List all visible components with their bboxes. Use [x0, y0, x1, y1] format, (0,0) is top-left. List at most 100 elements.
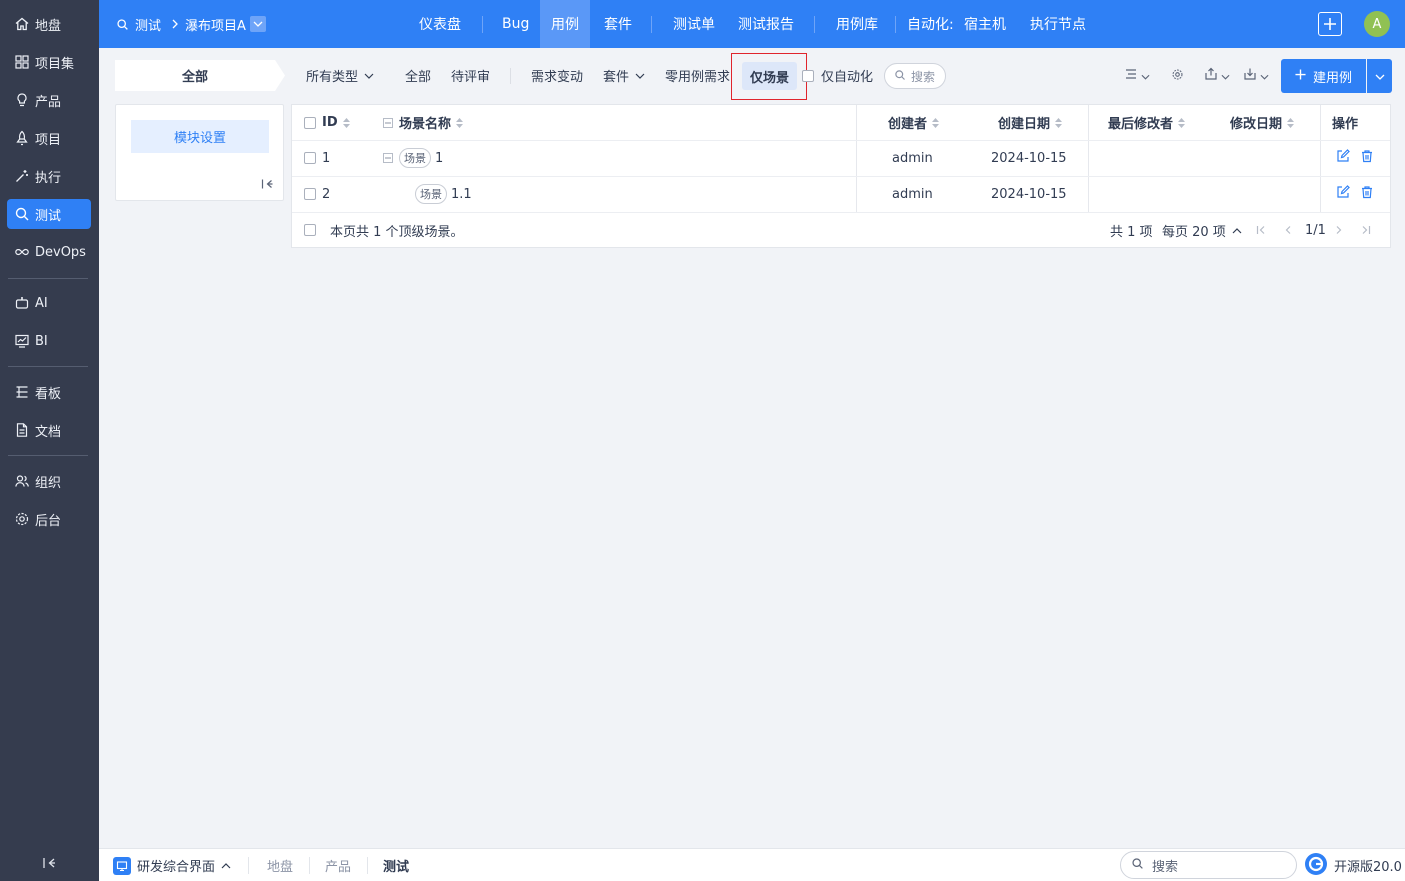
- infinity-icon: [14, 244, 30, 260]
- row-checkbox[interactable]: [304, 188, 316, 200]
- auto-only-checkbox[interactable]: [802, 69, 814, 82]
- scene-name-link[interactable]: 1: [435, 151, 443, 166]
- tab-bug[interactable]: Bug: [491, 0, 540, 48]
- edit-icon[interactable]: [1336, 149, 1350, 167]
- sidebar-item-bi[interactable]: BI: [7, 326, 91, 356]
- scene-name-cell: 场景 1: [383, 140, 443, 176]
- tab-hosts[interactable]: 宿主机: [953, 0, 1017, 48]
- first-page-icon[interactable]: [1256, 212, 1266, 248]
- footer-select-all-checkbox[interactable]: [304, 224, 316, 236]
- tab-cases[interactable]: 用例: [540, 0, 590, 48]
- search-icon: [1131, 857, 1144, 874]
- create-case-label: 建用例: [1312, 70, 1352, 86]
- footer-crumb-test[interactable]: 测试: [383, 849, 409, 881]
- filter-need-confirm[interactable]: 需求变动: [531, 60, 583, 91]
- col-id[interactable]: ID: [304, 105, 351, 140]
- sidebar-item-docs[interactable]: 文档: [7, 415, 91, 445]
- sidebar-item-product[interactable]: 产品: [7, 85, 91, 115]
- settings-button[interactable]: [1171, 66, 1184, 86]
- sidebar-item-devops[interactable]: DevOps: [7, 237, 91, 267]
- sidebar-item-ai[interactable]: AI: [7, 288, 91, 318]
- gear-icon: [14, 511, 30, 527]
- scene-name-cell: 场景 1.1: [415, 176, 472, 212]
- sidebar-item-admin[interactable]: 后台: [7, 504, 91, 534]
- collapse-row-icon[interactable]: [383, 153, 393, 163]
- tab-dashboard[interactable]: 仪表盘: [408, 0, 472, 48]
- row-id: 2: [322, 186, 331, 202]
- sidebar-item-label: 地盘: [35, 18, 62, 34]
- table-row[interactable]: 2: [304, 176, 330, 212]
- col-last-modifier-label: 最后修改者: [1108, 117, 1174, 132]
- chevron-up-icon: [1232, 223, 1242, 238]
- trash-icon[interactable]: [1360, 185, 1374, 203]
- sidebar-item-org[interactable]: 组织: [7, 466, 91, 496]
- creator-cell: admin: [892, 186, 933, 202]
- project-selector[interactable]: 瀑布项目A: [185, 0, 266, 48]
- row-checkbox[interactable]: [304, 152, 316, 164]
- tab-suites[interactable]: 套件: [593, 0, 643, 48]
- sidebar-item-kanban[interactable]: 看板: [7, 377, 91, 407]
- edit-icon[interactable]: [1336, 185, 1350, 203]
- scene-name-link[interactable]: 1.1: [451, 187, 472, 202]
- last-page-icon[interactable]: [1361, 212, 1371, 248]
- sidebar-item-label: 项目集: [35, 56, 75, 72]
- sidebar-item-execution[interactable]: 执行: [7, 161, 91, 191]
- collapse-all-icon[interactable]: [383, 117, 393, 128]
- create-case-button[interactable]: 建用例: [1281, 59, 1366, 93]
- footer-crumb-product[interactable]: 产品: [325, 849, 351, 881]
- tab-testreports[interactable]: 测试报告: [727, 0, 805, 48]
- column-divider: [1088, 105, 1089, 212]
- board-icon: [14, 384, 30, 400]
- chevron-down-icon[interactable]: [249, 16, 266, 32]
- col-creator[interactable]: 创建者: [888, 105, 940, 140]
- export-button[interactable]: [1204, 66, 1230, 86]
- module-breadcrumb[interactable]: 测试: [116, 0, 161, 48]
- auto-only-toggle[interactable]: 仅自动化: [802, 60, 873, 91]
- display-mode-button[interactable]: [1124, 66, 1150, 86]
- search-button[interactable]: 搜索: [884, 63, 946, 89]
- chevron-up-icon: [221, 858, 231, 873]
- filter-wait-review[interactable]: 待评审: [451, 60, 490, 91]
- sidebar-item-programs[interactable]: 项目集: [7, 47, 91, 77]
- module-settings-button[interactable]: 模块设置: [131, 120, 269, 153]
- chevron-down-icon: [364, 68, 374, 83]
- col-modified-date[interactable]: 修改日期: [1230, 105, 1295, 140]
- filter-zero-case-stories[interactable]: 零用例需求: [665, 60, 730, 91]
- global-add-button[interactable]: [1318, 12, 1342, 36]
- version-info[interactable]: 开源版20.0: [1304, 849, 1402, 881]
- sidebar-divider: [8, 278, 88, 279]
- col-created-date[interactable]: 创建日期: [998, 105, 1063, 140]
- tab-exec-nodes[interactable]: 执行节点: [1019, 0, 1097, 48]
- col-last-modifier[interactable]: 最后修改者: [1108, 105, 1186, 140]
- collapse-left-icon[interactable]: [261, 178, 273, 193]
- type-filter-dropdown[interactable]: 所有类型: [306, 60, 374, 91]
- per-page-dropdown[interactable]: 每页 20 项: [1162, 212, 1242, 248]
- sidebar-item-dashboard[interactable]: 地盘: [7, 9, 91, 39]
- sidebar-item-test[interactable]: 测试: [7, 199, 91, 229]
- footer-search-input[interactable]: 搜索: [1120, 851, 1297, 879]
- prev-page-icon[interactable]: [1284, 212, 1292, 248]
- table-row[interactable]: 1: [304, 140, 330, 176]
- trash-icon[interactable]: [1360, 149, 1374, 167]
- footer-crumb-dashboard[interactable]: 地盘: [267, 849, 293, 881]
- filter-suite-dropdown[interactable]: 套件: [603, 60, 645, 91]
- chevron-right-icon: [171, 0, 179, 48]
- nav-divider: [814, 16, 815, 33]
- tab-caselib[interactable]: 用例库: [825, 0, 889, 48]
- select-all-checkbox[interactable]: [304, 116, 316, 129]
- tab-testtasks[interactable]: 测试单: [662, 0, 726, 48]
- case-table: ID 场景名称 创建者 创建日期 最后修改者 修改日期 操作 1 场景 1 ad…: [291, 104, 1391, 248]
- app-switcher[interactable]: 研发综合界面: [113, 849, 231, 881]
- avatar[interactable]: A: [1364, 11, 1390, 37]
- per-page-label: 每页 20 项: [1162, 224, 1226, 240]
- sidebar-collapse-icon[interactable]: [40, 854, 58, 872]
- create-case-dropdown[interactable]: [1367, 59, 1392, 93]
- module-tab-all[interactable]: 全部: [115, 60, 285, 91]
- next-page-icon[interactable]: [1335, 212, 1343, 248]
- sidebar-item-project[interactable]: 项目: [7, 123, 91, 153]
- col-id-label: ID: [322, 115, 338, 130]
- filter-all[interactable]: 全部: [405, 60, 431, 91]
- col-scene-name[interactable]: 场景名称: [383, 105, 464, 140]
- sidebar-item-label: BI: [35, 333, 48, 349]
- import-button[interactable]: [1243, 66, 1269, 86]
